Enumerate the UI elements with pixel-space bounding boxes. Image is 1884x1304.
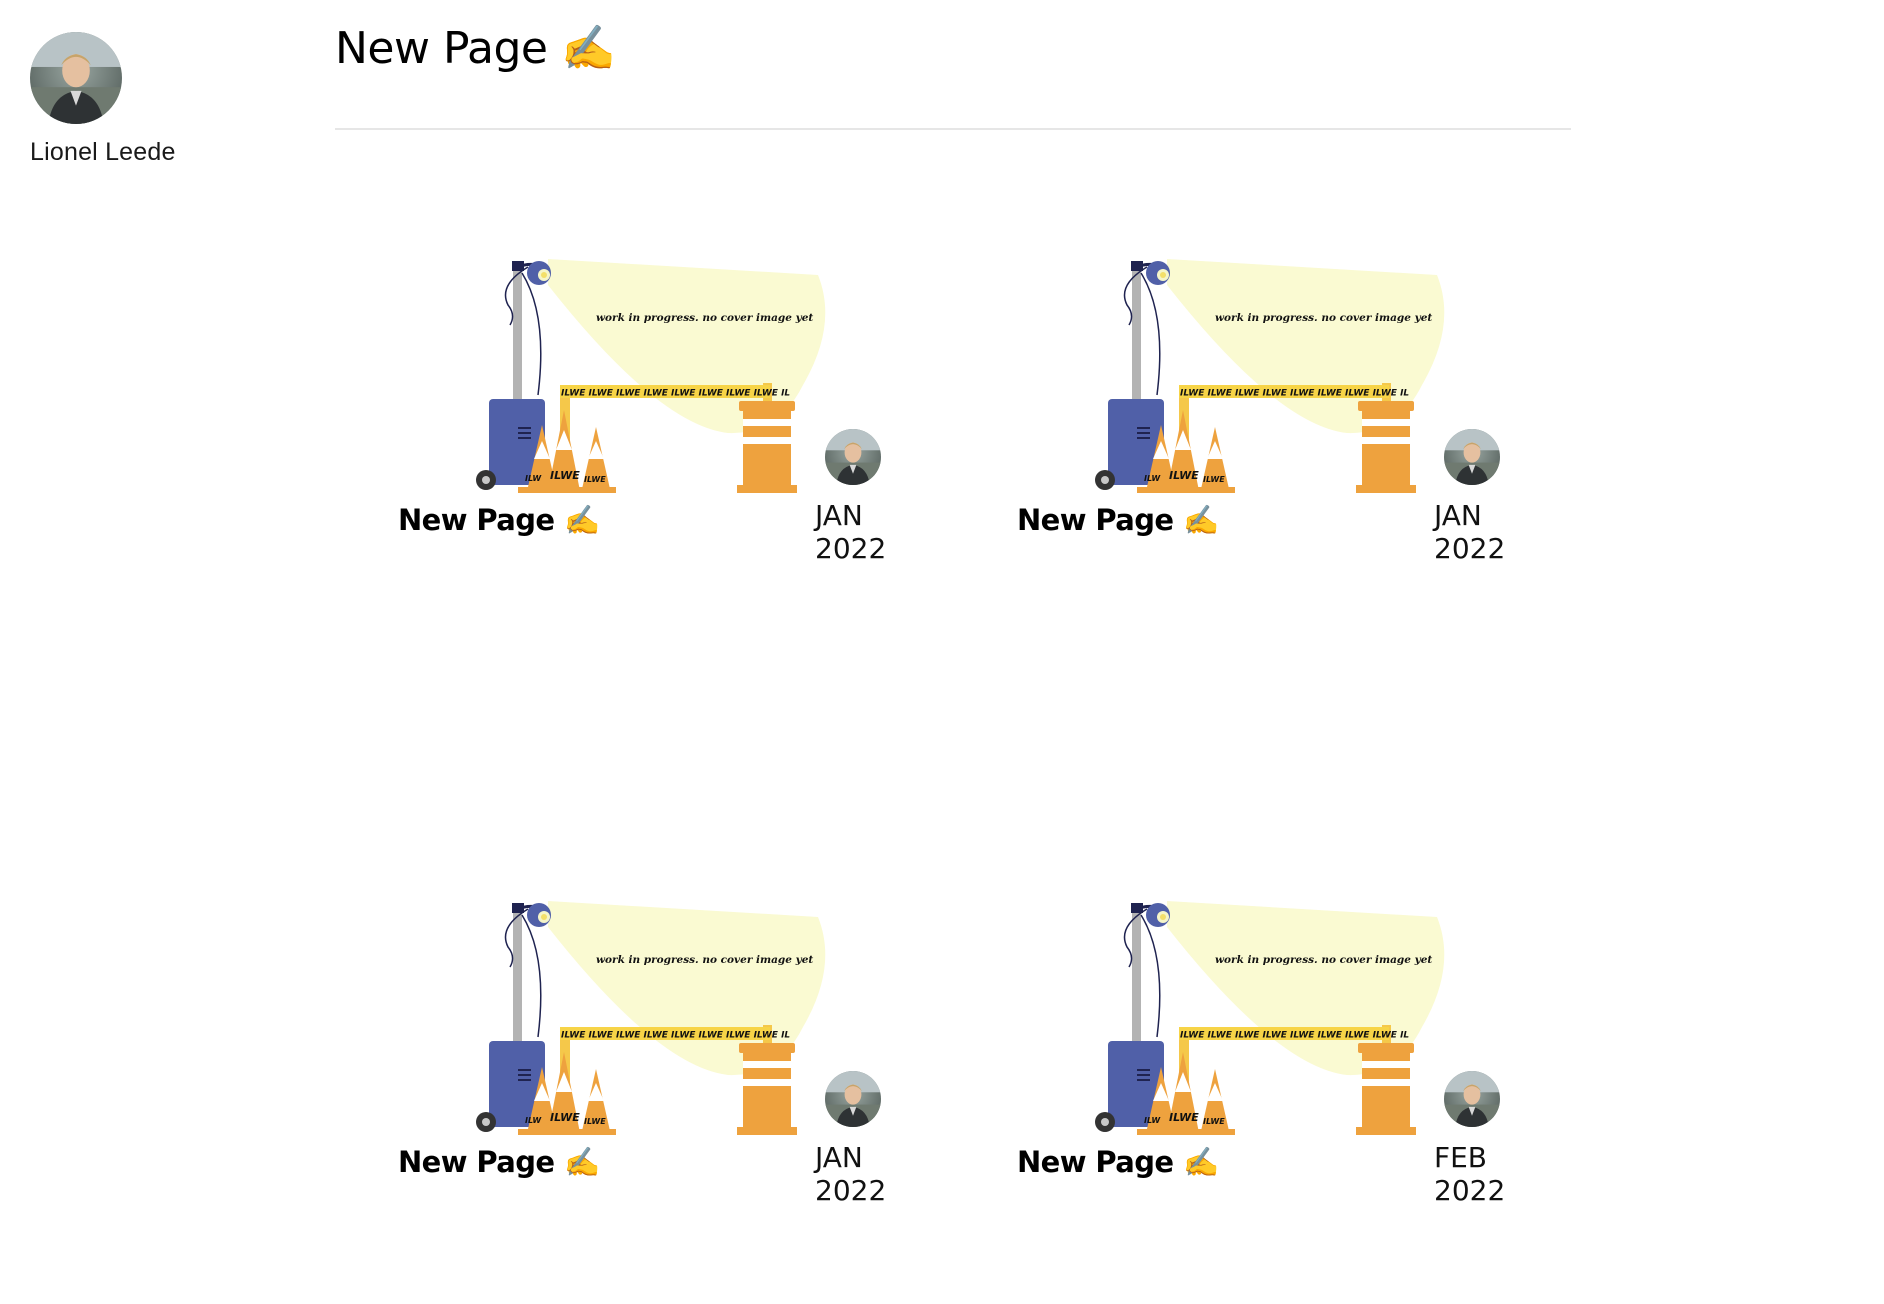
cone-label: ILW (525, 1116, 542, 1125)
card-date: JAN 2022 (815, 1141, 886, 1207)
card-title[interactable]: New Page ✍️ (1017, 503, 1219, 538)
cone-label: ILW (525, 474, 542, 483)
page-card[interactable]: work in progress. no cover image yet ILW… (1017, 245, 1507, 605)
card-title[interactable]: New Page ✍️ (398, 503, 600, 538)
card-date: JAN 2022 (815, 499, 886, 565)
cone-label: ILWE (550, 1111, 580, 1124)
page-card[interactable]: work in progress. no cover image yet ILW… (1017, 887, 1507, 1247)
cone-label: ILWE (550, 469, 580, 482)
cover-image: work in progress. no cover image yet ILW… (476, 259, 826, 493)
tape-text: ILWE ILWE ILWE ILWE ILWE ILWE ILWE ILWE … (561, 1031, 790, 1041)
card-date-month: JAN (815, 499, 863, 532)
header-divider (335, 128, 1571, 130)
cone-label: ILW (1144, 1116, 1161, 1125)
cover-image: work in progress. no cover image yet ILW… (1095, 259, 1445, 493)
page-title: New Page ✍️ (335, 23, 616, 74)
card-title[interactable]: New Page ✍️ (1017, 1145, 1219, 1180)
card-date-year: 2022 (1434, 532, 1506, 565)
cover-image: work in progress. no cover image yet ILW… (1095, 901, 1445, 1135)
cover-caption: work in progress. no cover image yet (1215, 312, 1432, 324)
tape-text: ILWE ILWE ILWE ILWE ILWE ILWE ILWE ILWE … (561, 389, 790, 399)
card-date-year: 2022 (1434, 1174, 1506, 1207)
card-date-month: FEB (1434, 1141, 1488, 1174)
cone-label: ILWE (1203, 475, 1225, 484)
cone-label: ILWE (584, 1117, 606, 1126)
card-date-month: JAN (815, 1141, 863, 1174)
card-date-month: JAN (1434, 499, 1482, 532)
cover-caption: work in progress. no cover image yet (1215, 954, 1432, 966)
card-title[interactable]: New Page ✍️ (398, 1145, 600, 1180)
cone-label: ILW (1144, 474, 1161, 483)
author-avatar (823, 1069, 883, 1129)
author-avatar (1442, 427, 1502, 487)
profile-name: Lionel Leede (30, 138, 176, 166)
cone-label: ILWE (584, 475, 606, 484)
cover-caption: work in progress. no cover image yet (596, 954, 813, 966)
profile[interactable]: Lionel Leede (30, 32, 230, 167)
card-date-year: 2022 (815, 532, 887, 565)
author-avatar (1442, 1069, 1502, 1129)
card-date-year: 2022 (815, 1174, 887, 1207)
avatar (30, 32, 122, 124)
card-date: JAN 2022 (1434, 499, 1505, 565)
page-card[interactable]: work in progress. no cover image yet ILW… (398, 887, 888, 1247)
card-date: FEB 2022 (1434, 1141, 1505, 1207)
author-avatar (823, 427, 883, 487)
tape-text: ILWE ILWE ILWE ILWE ILWE ILWE ILWE ILWE … (1180, 389, 1409, 399)
cover-caption: work in progress. no cover image yet (596, 312, 813, 324)
cover-image: work in progress. no cover image yet ILW… (476, 901, 826, 1135)
cone-label: ILWE (1169, 469, 1199, 482)
cone-label: ILWE (1203, 1117, 1225, 1126)
cone-label: ILWE (1169, 1111, 1199, 1124)
page-card[interactable]: work in progress. no cover image yet ILW… (398, 245, 888, 605)
tape-text: ILWE ILWE ILWE ILWE ILWE ILWE ILWE ILWE … (1180, 1031, 1409, 1041)
